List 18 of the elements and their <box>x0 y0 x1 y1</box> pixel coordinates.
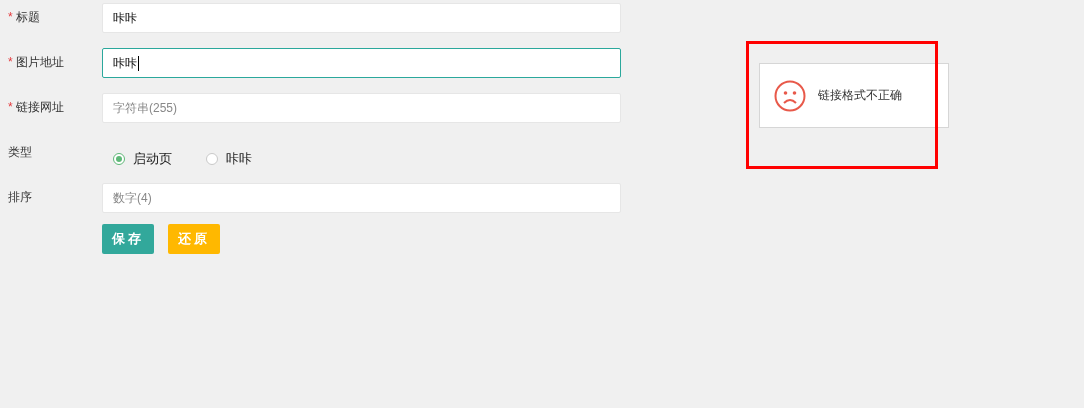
radio-button[interactable] <box>206 153 218 165</box>
field-label: 图片地址 <box>15 55 64 69</box>
input-field[interactable]: 字符串(255) <box>102 93 621 123</box>
toast-message: 链接格式不正确 <box>818 87 902 104</box>
required-mark: * <box>8 100 13 114</box>
field-label: 类型 <box>8 145 32 159</box>
input-field[interactable]: 咔咔 <box>102 48 621 78</box>
field-label: 链接网址 <box>15 100 64 114</box>
radio-option[interactable]: 启动页 <box>113 150 172 168</box>
input-field[interactable]: 数字(4) <box>102 183 621 213</box>
input-field[interactable]: 咔咔 <box>102 3 621 33</box>
field-label: 排序 <box>8 190 32 204</box>
field-label: 标题 <box>15 10 40 24</box>
required-mark: * <box>8 10 13 24</box>
radio-button[interactable] <box>113 153 125 165</box>
sad-face-icon <box>774 79 806 112</box>
radio-option[interactable]: 咔咔 <box>206 150 252 168</box>
required-mark: * <box>8 55 13 69</box>
